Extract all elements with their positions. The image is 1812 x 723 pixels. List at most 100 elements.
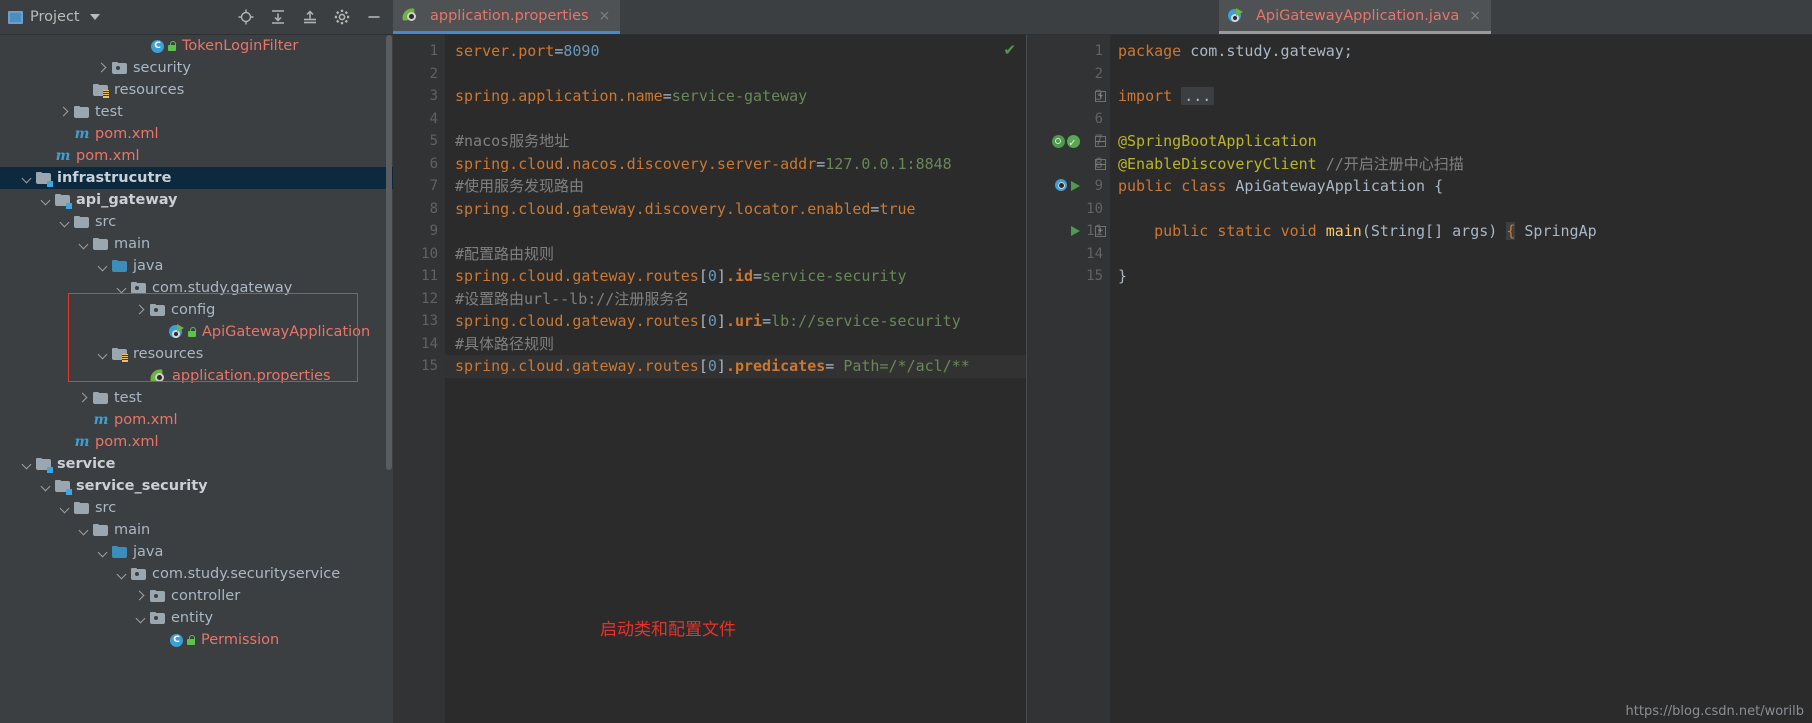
code-line[interactable]: spring.cloud.gateway.routes[0].uri=lb://… [455, 310, 1026, 333]
code-line[interactable]: } [1118, 265, 1812, 288]
tree-row[interactable]: ApiGatewayApplication [0, 321, 393, 343]
code-line[interactable]: import ... [1118, 85, 1812, 108]
chevron-down-icon[interactable] [40, 194, 53, 207]
chevron-down-icon[interactable] [97, 546, 110, 559]
gutter-icons[interactable] [1071, 220, 1080, 243]
springboot-mini-icon[interactable] [1055, 179, 1069, 193]
tree-row[interactable]: com.study.securityservice [0, 563, 393, 585]
project-tree-panel[interactable]: C TokenLoginFilter security resources test m p… [0, 35, 393, 723]
code-line[interactable] [1118, 63, 1812, 86]
chevron-down-icon[interactable] [40, 480, 53, 493]
tree-row[interactable]: resources [0, 79, 393, 101]
tree-row[interactable]: com.study.gateway [0, 277, 393, 299]
chevron-down-icon[interactable] [78, 238, 91, 251]
code-content[interactable]: package com.study.gateway; import ... @S… [1110, 35, 1812, 723]
bean-check-icon[interactable] [1067, 132, 1080, 154]
bean-icon[interactable] [1052, 134, 1065, 148]
gear-icon[interactable] [333, 8, 351, 26]
gutter-icons[interactable] [1052, 130, 1080, 154]
tree-row[interactable]: java [0, 255, 393, 277]
tree-row[interactable]: config [0, 299, 393, 321]
code-line[interactable]: #配置路由规则 [455, 243, 1026, 266]
tab-apigatewayapplication-java[interactable]: ApiGatewayApplication.java × [1219, 0, 1491, 34]
chevron-down-icon[interactable] [59, 502, 72, 515]
project-panel-title[interactable]: Project [8, 9, 100, 25]
chevron-down-icon[interactable] [59, 216, 72, 229]
chevron-down-icon[interactable] [97, 348, 110, 361]
close-icon[interactable]: × [1469, 8, 1481, 24]
code-line[interactable] [455, 108, 1026, 131]
code-line[interactable] [1118, 243, 1812, 266]
tab-application-properties[interactable]: application.properties × [393, 0, 621, 34]
tree-scrollbar[interactable] [385, 35, 393, 723]
fold-minus-icon[interactable] [1095, 136, 1106, 147]
tree-row[interactable]: main [0, 519, 393, 541]
chevron-down-icon[interactable] [89, 14, 100, 20]
tree-row[interactable]: entity [0, 607, 393, 629]
collapse-all-icon[interactable] [301, 8, 319, 26]
fold-plus-icon[interactable]: + [1095, 226, 1106, 237]
code-line[interactable]: spring.application.name=service-gateway [455, 85, 1026, 108]
chevron-down-icon[interactable] [135, 612, 148, 625]
tree-row[interactable]: src [0, 211, 393, 233]
chevron-right-icon[interactable] [78, 392, 91, 405]
code-line[interactable]: @EnableDiscoveryClient //开启注册中心扫描 [1118, 153, 1812, 176]
tree-scrollbar-thumb[interactable] [386, 35, 392, 470]
code-line[interactable]: #设置路由url--lb://注册服务名 [455, 288, 1026, 311]
tree-row[interactable]: test [0, 387, 393, 409]
chevron-right-icon[interactable] [97, 62, 110, 75]
chevron-down-icon[interactable] [116, 568, 129, 581]
code-line[interactable]: public static void main(String[] args) {… [1118, 220, 1812, 243]
chevron-right-icon[interactable] [135, 590, 148, 603]
chevron-down-icon[interactable] [97, 260, 110, 273]
code-line[interactable]: spring.cloud.gateway.routes[0].id=servic… [455, 265, 1026, 288]
tree-row[interactable]: controller [0, 585, 393, 607]
code-line[interactable] [455, 220, 1026, 243]
tree-row[interactable]: main [0, 233, 393, 255]
code-line[interactable]: spring.cloud.gateway.discovery.locator.e… [455, 198, 1026, 221]
tree-row[interactable]: infrastrucutre [0, 167, 393, 189]
code-line[interactable] [1118, 108, 1812, 131]
tree-row[interactable]: C Permission [0, 629, 393, 651]
code-line[interactable]: public class ApiGatewayApplication { [1118, 175, 1812, 198]
editor-apigatewayapplication-java[interactable]: 1 2 3+ 6 789 10 11+ 14 15 package com.study.gate… [1027, 35, 1812, 723]
tree-row[interactable]: test [0, 101, 393, 123]
fold-minus-icon[interactable] [1095, 158, 1106, 170]
tree-row[interactable]: service [0, 453, 393, 475]
tree-row[interactable]: C TokenLoginFilter [0, 35, 393, 57]
chevron-down-icon[interactable] [116, 282, 129, 295]
code-line[interactable]: #具体路径规则 [455, 333, 1026, 356]
code-line[interactable] [1118, 198, 1812, 221]
code-line[interactable]: spring.cloud.gateway.routes[0].predicate… [445, 355, 1026, 378]
tree-row[interactable]: m pom.xml [0, 123, 393, 145]
minimize-icon[interactable] [365, 8, 383, 26]
code-line[interactable]: #nacos服务地址 [455, 130, 1026, 153]
chevron-down-icon[interactable] [21, 458, 34, 471]
editor-application-properties[interactable]: 1 2 3 4 5 6 7 8 9 10 11 12 13 14 15 server.port=8090 s… [393, 35, 1027, 723]
chevron-down-icon[interactable] [78, 524, 91, 537]
gutter-icons[interactable] [1055, 175, 1080, 198]
fold-plus-icon[interactable]: + [1095, 91, 1106, 102]
tree-row[interactable]: resources [0, 343, 393, 365]
tree-row[interactable]: security [0, 57, 393, 79]
code-line[interactable]: server.port=8090 [455, 40, 1026, 63]
run-icon[interactable] [1071, 181, 1080, 192]
tree-row[interactable]: application.properties [0, 365, 393, 387]
chevron-right-icon[interactable] [59, 106, 72, 119]
tree-row[interactable]: src [0, 497, 393, 519]
tree-row[interactable]: m pom.xml [0, 409, 393, 431]
tree-row[interactable]: api_gateway [0, 189, 393, 211]
tree-row[interactable]: m pom.xml [0, 431, 393, 453]
code-line[interactable]: @SpringBootApplication [1118, 130, 1812, 153]
chevron-right-icon[interactable] [135, 304, 148, 317]
tree-row[interactable]: m pom.xml [0, 145, 393, 167]
code-line[interactable]: #使用服务发现路由 [455, 175, 1026, 198]
locate-icon[interactable] [237, 8, 255, 26]
run-icon[interactable] [1071, 226, 1080, 237]
code-line[interactable]: spring.cloud.nacos.discovery.server-addr… [455, 153, 1026, 176]
expand-all-icon[interactable] [269, 8, 287, 26]
close-icon[interactable]: × [599, 8, 611, 24]
code-line[interactable] [455, 63, 1026, 86]
tree-row[interactable]: java [0, 541, 393, 563]
tree-row[interactable]: service_security [0, 475, 393, 497]
